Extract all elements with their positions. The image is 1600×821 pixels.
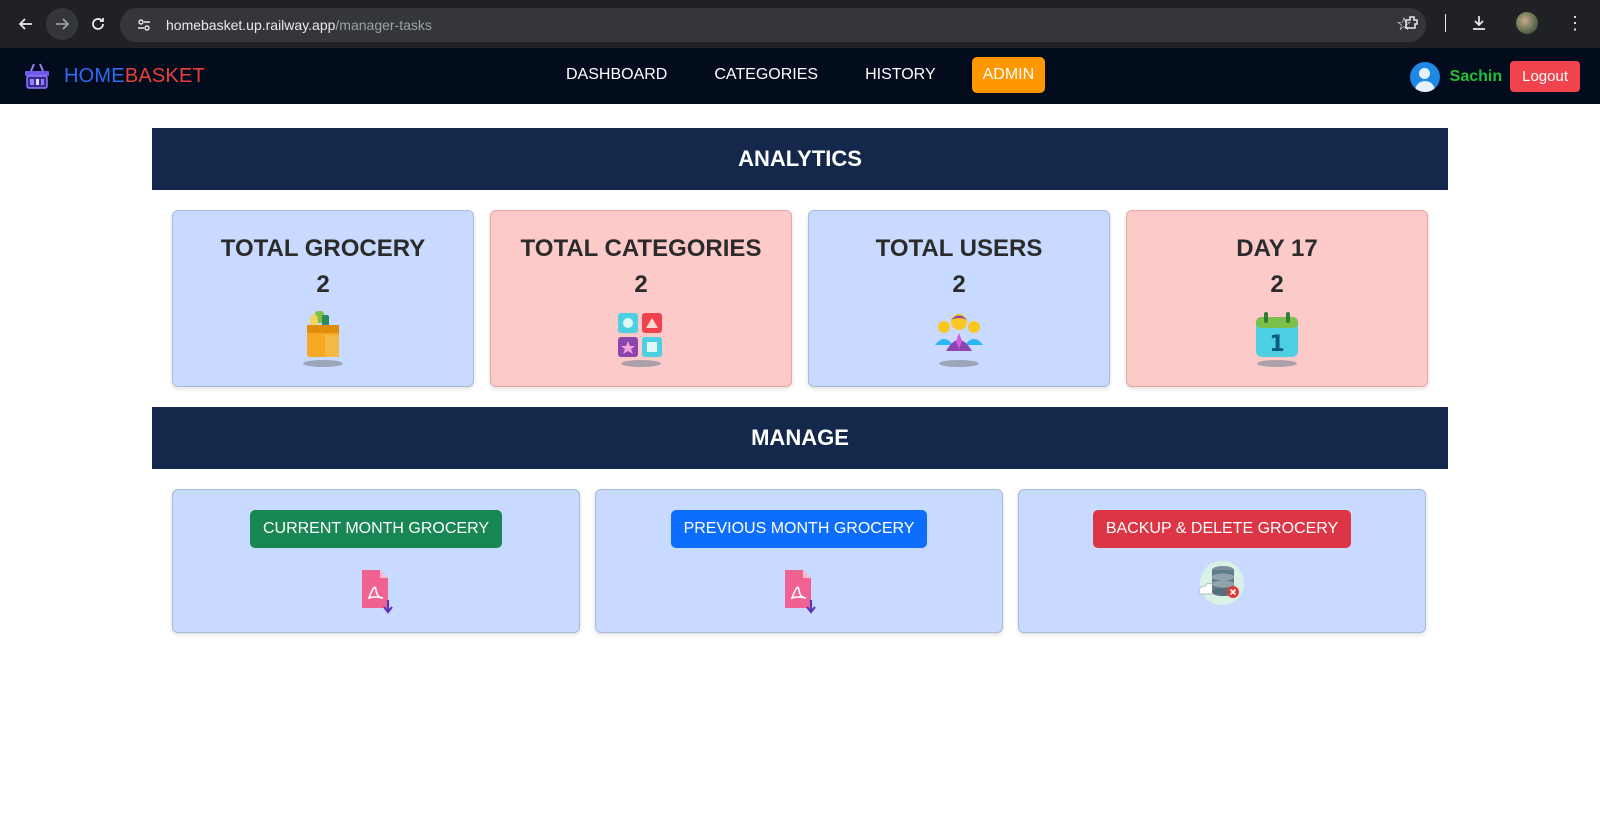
- address-bar[interactable]: homebasket.up.railway.app/manager-tasks …: [120, 8, 1426, 42]
- profile-avatar[interactable]: [1512, 8, 1542, 38]
- analytics-header: ANALYTICS: [152, 128, 1448, 190]
- nav-history[interactable]: HISTORY: [854, 57, 947, 93]
- icon-shadow: [1257, 360, 1297, 367]
- stat-title: TOTAL USERS: [875, 235, 1043, 262]
- grocery-bag-icon: [298, 311, 348, 367]
- manage-card-backup-delete: BACKUP & DELETE GROCERY: [1018, 489, 1426, 633]
- logout-button[interactable]: Logout: [1510, 61, 1580, 92]
- database-delete-icon[interactable]: [1193, 558, 1251, 608]
- forward-button[interactable]: [46, 8, 78, 40]
- analytics-cards: TOTAL GROCERY 2 TOTAL CATEGORIES 2 TOTAL…: [152, 190, 1448, 387]
- current-month-grocery-button[interactable]: CURRENT MONTH GROCERY: [249, 510, 503, 548]
- app-navbar: HOME BASKET DASHBOARD CATEGORIES HISTORY …: [0, 48, 1600, 104]
- categories-icon: [616, 311, 666, 367]
- manage-card-current-month: CURRENT MONTH GROCERY: [172, 489, 580, 633]
- stat-title: TOTAL GROCERY: [220, 235, 426, 262]
- pdf-download-icon[interactable]: [356, 568, 396, 614]
- menu-kebab-icon[interactable]: ⋮: [1560, 8, 1590, 38]
- stat-title: DAY 17: [1236, 235, 1318, 262]
- icon-shadow: [303, 360, 343, 367]
- pdf-download-icon[interactable]: [779, 568, 819, 614]
- nav-admin[interactable]: ADMIN: [971, 57, 1046, 93]
- stat-value: 2: [316, 271, 330, 298]
- download-icon[interactable]: [1464, 8, 1494, 38]
- back-button[interactable]: [10, 8, 42, 40]
- extensions-icon[interactable]: [1397, 8, 1427, 38]
- icon-shadow: [939, 360, 979, 367]
- user-area: Sachin Logout: [1409, 61, 1580, 92]
- user-avatar-icon[interactable]: [1409, 61, 1440, 92]
- backup-delete-grocery-button[interactable]: BACKUP & DELETE GROCERY: [1092, 510, 1352, 548]
- icon-shadow: [621, 360, 661, 367]
- stat-card-day: DAY 17 2 1: [1126, 210, 1428, 387]
- url-path: /manager-tasks: [335, 17, 432, 33]
- manage-header: MANAGE: [152, 407, 1448, 469]
- manage-card-previous-month: PREVIOUS MONTH GROCERY: [595, 489, 1003, 633]
- stat-value: 2: [634, 271, 648, 298]
- manage-cards: CURRENT MONTH GROCERY PREVIOUS MONTH GRO…: [152, 469, 1448, 633]
- previous-month-grocery-button[interactable]: PREVIOUS MONTH GROCERY: [670, 510, 928, 548]
- brand-home-text: HOME: [64, 64, 125, 87]
- nav-categories[interactable]: CATEGORIES: [703, 57, 829, 93]
- stat-title: TOTAL CATEGORIES: [520, 235, 762, 262]
- stat-value: 2: [1270, 271, 1284, 298]
- browser-toolbar: homebasket.up.railway.app/manager-tasks …: [0, 0, 1600, 48]
- url-host: homebasket.up.railway.app: [166, 17, 336, 33]
- stat-value: 2: [952, 271, 966, 298]
- browser-actions: ⋮: [1397, 8, 1590, 38]
- stat-card-total-users: TOTAL USERS 2: [808, 210, 1110, 387]
- basket-logo-icon: [22, 61, 52, 91]
- brand[interactable]: HOME BASKET: [22, 61, 205, 91]
- toolbar-divider: [1445, 14, 1446, 32]
- user-name: Sachin: [1449, 67, 1503, 85]
- users-icon: [934, 311, 984, 367]
- stat-card-total-grocery: TOTAL GROCERY 2: [172, 210, 474, 387]
- reload-button[interactable]: [82, 8, 114, 40]
- calendar-icon: 1: [1252, 311, 1302, 367]
- brand-basket-text: BASKET: [124, 64, 205, 87]
- site-info-icon[interactable]: [132, 13, 156, 37]
- main-nav: DASHBOARD CATEGORIES HISTORY ADMIN: [555, 57, 1046, 93]
- main-content: ANALYTICS TOTAL GROCERY 2 TOTAL CATEGORI…: [152, 128, 1448, 633]
- stat-card-total-categories: TOTAL CATEGORIES 2: [490, 210, 792, 387]
- nav-dashboard[interactable]: DASHBOARD: [555, 57, 678, 93]
- svg-text:1: 1: [1269, 332, 1284, 357]
